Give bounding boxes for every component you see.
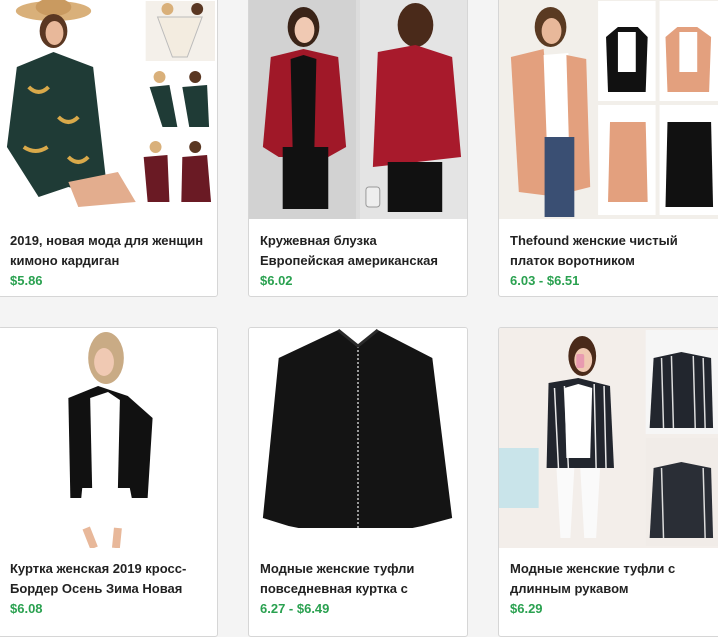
product-card[interactable]: 2019, новая мода для женщин кимоно карди… bbox=[0, 0, 218, 297]
product-price: 6.03 - $6.51 bbox=[510, 273, 580, 288]
product-card[interactable]: Thefound женские чистый платок воротнико… bbox=[498, 0, 718, 297]
product-title[interactable]: 2019, новая мода для женщин кимоно карди… bbox=[10, 231, 209, 271]
product-title[interactable]: Thefound женские чистый платок воротнико… bbox=[510, 231, 713, 271]
product-image-kimono[interactable] bbox=[0, 0, 217, 219]
product-image-striped-blazer[interactable] bbox=[499, 328, 718, 548]
product-price: $5.86 bbox=[10, 273, 43, 288]
product-card[interactable]: Кружевная блузка Европейская американска… bbox=[248, 0, 468, 297]
product-price: $6.29 bbox=[510, 601, 543, 616]
product-price: $6.08 bbox=[10, 601, 43, 616]
product-title[interactable]: Модные женские туфли повседневная куртка… bbox=[260, 559, 459, 599]
product-title[interactable]: Кружевная блузка Европейская американска… bbox=[260, 231, 459, 271]
product-image-black-cardigan[interactable] bbox=[0, 328, 217, 548]
product-card[interactable]: Куртка женская 2019 кросс-Бордер Осень З… bbox=[0, 327, 218, 637]
product-card[interactable]: Модные женские туфли с длинным рукавом $… bbox=[498, 327, 718, 637]
product-price: $6.02 bbox=[260, 273, 293, 288]
product-title[interactable]: Модные женские туфли с длинным рукавом bbox=[510, 559, 713, 599]
product-image-shawl-collar[interactable] bbox=[499, 0, 718, 219]
product-image-zip-jacket[interactable] bbox=[249, 328, 467, 548]
product-card[interactable]: Модные женские туфли повседневная куртка… bbox=[248, 327, 468, 637]
product-image-lace-blouse[interactable] bbox=[249, 0, 467, 219]
product-title[interactable]: Куртка женская 2019 кросс-Бордер Осень З… bbox=[10, 559, 209, 599]
product-price: 6.27 - $6.49 bbox=[260, 601, 330, 616]
